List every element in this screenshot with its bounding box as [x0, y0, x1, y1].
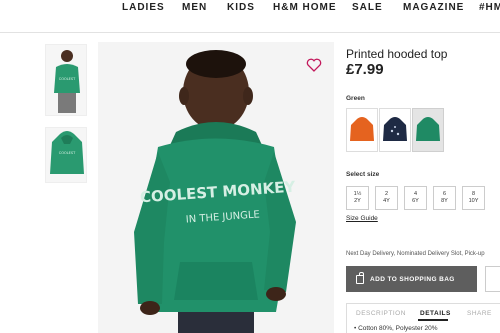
thumbnail-hoodie-image: COOLEST [46, 128, 86, 182]
nav-kids[interactable]: KIDS [227, 2, 255, 13]
nav-hm-hashtag[interactable]: #HM [479, 2, 500, 13]
details-composition: • Cotton 80%, Polyester 20% [354, 325, 438, 332]
favourite-heart-icon[interactable] [305, 56, 323, 74]
navy-hoodie-icon [383, 117, 407, 141]
color-swatch-orange[interactable] [346, 108, 378, 152]
size-option-top: 1½ [353, 191, 362, 197]
tab-description[interactable]: DESCRIPTION [356, 310, 406, 317]
delivery-info: Next Day Delivery, Nominated Delivery Sl… [346, 251, 485, 257]
active-tab-indicator [418, 319, 448, 321]
svg-text:COOLEST: COOLEST [59, 151, 76, 155]
product-title: Printed hooded top [346, 47, 448, 61]
size-option-bottom: 8Y [441, 198, 448, 204]
size-option-bottom: 10Y [468, 198, 479, 204]
tab-details[interactable]: DETAILS [420, 310, 451, 317]
thumbnail-model-image: COOLEST [46, 45, 86, 115]
select-size-label: Select size [346, 171, 380, 178]
size-option-top: 8 [471, 191, 476, 197]
header-divider [0, 32, 500, 33]
size-option-1-2y[interactable]: 1½ 2Y [346, 186, 369, 210]
size-option-bottom: 4Y [383, 198, 390, 204]
selected-color-label: Green [346, 95, 365, 102]
size-option-bottom: 2Y [354, 198, 361, 204]
color-swatch-green[interactable] [412, 108, 444, 152]
size-option-top: 4 [413, 191, 418, 197]
size-option-6-8y[interactable]: 6 8Y [433, 186, 456, 210]
nav-ladies[interactable]: LADIES [122, 2, 165, 13]
size-option-4-6y[interactable]: 4 6Y [404, 186, 427, 210]
add-to-bag-button[interactable]: ADD TO SHOPPING BAG [346, 266, 477, 292]
size-guide-link[interactable]: Size Guide [346, 215, 378, 222]
model-photo: COOLEST MONKEY IN THE JUNGLE [98, 42, 334, 333]
size-option-bottom: 6Y [412, 198, 419, 204]
svg-text:COOLEST: COOLEST [59, 77, 76, 81]
top-navigation: LADIES MEN KIDS H&M HOME SALE MAGAZINE #… [0, 0, 500, 22]
product-price: £7.99 [346, 61, 384, 78]
add-to-bag-label: ADD TO SHOPPING BAG [370, 275, 455, 283]
shopping-bag-icon [356, 271, 364, 284]
tab-share[interactable]: SHARE [467, 310, 492, 317]
find-in-store-button[interactable] [485, 266, 500, 292]
nav-sale[interactable]: SALE [352, 2, 383, 13]
orange-hoodie-icon [350, 117, 374, 141]
size-option-top: 2 [384, 191, 389, 197]
size-option-8-10y[interactable]: 8 10Y [462, 186, 485, 210]
nav-men[interactable]: MEN [182, 2, 207, 13]
product-main-image: COOLEST MONKEY IN THE JUNGLE [98, 42, 334, 333]
green-hoodie-icon [416, 117, 440, 141]
thumbnail-model[interactable]: COOLEST [45, 44, 87, 116]
size-option-top: 6 [442, 191, 447, 197]
thumbnail-hoodie[interactable]: COOLEST [45, 127, 87, 183]
color-swatch-navy[interactable] [379, 108, 411, 152]
nav-hm-home[interactable]: H&M HOME [273, 2, 337, 13]
nav-magazine[interactable]: MAGAZINE [403, 2, 464, 13]
size-option-2-4y[interactable]: 2 4Y [375, 186, 398, 210]
